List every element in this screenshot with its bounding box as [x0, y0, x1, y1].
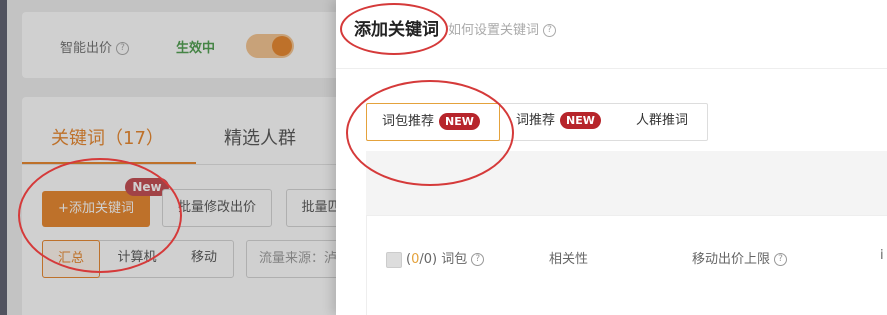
new-badge: NEW: [439, 113, 480, 130]
add-keyword-drawer: 添加关键词 如何设置关键词? 词包推荐 NEW 词推荐 NEW 人群推词 (0/0)…: [336, 0, 887, 315]
new-badge: NEW: [560, 112, 601, 129]
col-mobile-bid[interactable]: 移动出价上限?: [692, 248, 788, 267]
help-icon[interactable]: ?: [471, 253, 485, 266]
selected-count: 0: [411, 252, 420, 267]
tab-label: 词推荐: [516, 113, 556, 128]
help-icon[interactable]: ?: [543, 24, 557, 37]
header-select-all[interactable]: (0/0) 词包?: [386, 248, 485, 268]
select-all-checkbox[interactable]: [386, 251, 402, 268]
total-count: 0: [423, 252, 433, 267]
col-wordpack: 词包: [441, 252, 468, 267]
modal-overlay[interactable]: [0, 0, 336, 315]
header-divider: [336, 68, 887, 69]
tab-word-recommend[interactable]: 词推荐 NEW: [516, 103, 616, 141]
tab-label: 词包推荐: [382, 114, 435, 129]
help-icon[interactable]: ?: [774, 253, 788, 266]
help-link-text[interactable]: 如何设置关键词: [448, 23, 539, 38]
drawer-title: 添加关键词: [354, 20, 439, 40]
tab-crowd-recommend[interactable]: 人群推词: [636, 103, 708, 141]
tab-wordpack-recommend[interactable]: 词包推荐 NEW: [366, 103, 500, 141]
col-mobile-bid-label: 移动出价上限: [692, 252, 771, 267]
keyword-help-link[interactable]: 如何设置关键词?: [448, 19, 557, 38]
col-extra: i: [880, 248, 884, 263]
filter-bar: [366, 151, 887, 215]
col-relevance[interactable]: 相关性: [549, 248, 588, 267]
